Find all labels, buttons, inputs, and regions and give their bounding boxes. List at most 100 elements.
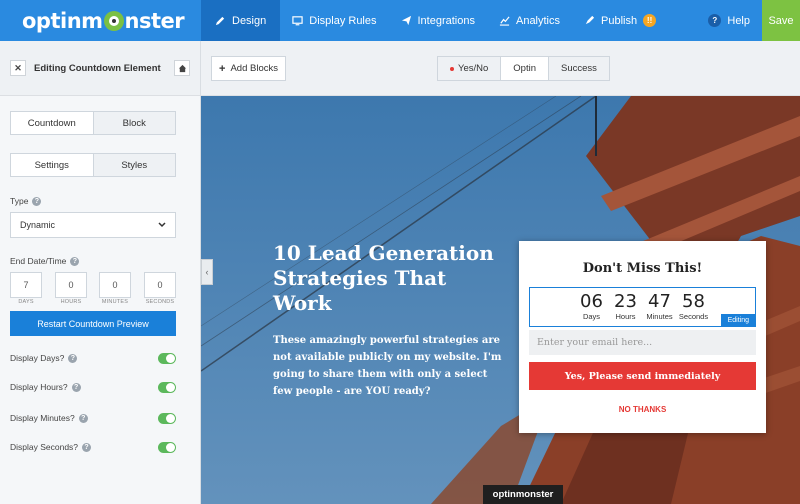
tab-success[interactable]: Success xyxy=(549,57,609,80)
display-seconds-toggle[interactable] xyxy=(158,442,176,453)
restart-countdown-button[interactable]: Restart Countdown Preview xyxy=(10,311,176,336)
status-dot-icon xyxy=(450,66,454,71)
monitor-icon xyxy=(292,16,303,26)
hours-input[interactable]: 0 xyxy=(55,272,87,298)
element-tabs: Countdown Block xyxy=(10,111,176,135)
nav-label: Display Rules xyxy=(309,14,377,27)
rocket-icon xyxy=(585,15,595,25)
optin-title[interactable]: Don't Miss This! xyxy=(519,261,766,276)
countdown-number: 23 xyxy=(614,291,637,312)
canvas-preview: ‹ 10 Lead Generation Strategies That Wor… xyxy=(201,96,800,504)
nav-integrations[interactable]: Integrations xyxy=(389,0,487,41)
tab-yes-no[interactable]: Yes/No xyxy=(438,57,500,80)
help-icon[interactable]: ? xyxy=(68,353,78,363)
hours-caption: HOURS xyxy=(60,299,82,305)
nav-label: Analytics xyxy=(515,14,561,27)
settings-tabs: Settings Styles xyxy=(10,153,176,177)
view-tabs: Yes/No Optin Success xyxy=(437,56,610,81)
toggle-label: Display Minutes? xyxy=(10,413,75,423)
toggle-row-days: Display Days? ? xyxy=(10,353,78,363)
campaign-body-text[interactable]: These amazingly powerful strategies are … xyxy=(273,332,508,400)
help-label: Help xyxy=(727,14,750,27)
toggle-row-seconds: Display Seconds? ? xyxy=(10,442,92,452)
optin-card: Don't Miss This! 06 Days 23 Hours 47 Min… xyxy=(519,241,766,433)
plane-icon xyxy=(401,15,411,26)
pencil-icon xyxy=(215,16,225,26)
nav-design[interactable]: Design xyxy=(201,0,281,41)
campaign-headline[interactable]: 10 Lead Generation Strategies That Work xyxy=(273,241,503,316)
nav-label: Integrations xyxy=(417,14,475,27)
countdown-minutes: 47 Minutes xyxy=(643,288,677,326)
email-field[interactable]: Enter your email here... xyxy=(529,330,756,355)
close-icon[interactable]: ✕ xyxy=(10,60,26,76)
canvas-toolbar: + Add Blocks Yes/No Optin Success xyxy=(201,41,800,96)
submit-button[interactable]: Yes, Please send immediately xyxy=(529,362,756,390)
nav-label: Publish xyxy=(601,14,638,27)
type-select[interactable]: Dynamic xyxy=(10,212,176,238)
add-blocks-button[interactable]: + Add Blocks xyxy=(211,56,286,81)
tab-block[interactable]: Block xyxy=(94,112,176,134)
home-icon[interactable] xyxy=(174,60,190,76)
tab-settings[interactable]: Settings xyxy=(11,154,94,176)
no-thanks-link[interactable]: NO THANKS xyxy=(519,405,766,414)
toggle-label: Display Days? xyxy=(10,353,65,363)
nav-display-rules[interactable]: Display Rules xyxy=(280,0,388,41)
countdown-element[interactable]: 06 Days 23 Hours 47 Minutes 58 Seconds E… xyxy=(529,287,756,327)
countdown-number: 06 xyxy=(580,291,603,312)
nav-analytics[interactable]: Analytics xyxy=(487,0,572,41)
minutes-caption: MINUTES xyxy=(101,299,129,305)
tab-countdown[interactable]: Countdown xyxy=(11,112,94,134)
display-minutes-toggle[interactable] xyxy=(158,413,176,424)
countdown-seconds: 58 Seconds xyxy=(677,288,711,326)
toggle-row-hours: Display Hours? ? xyxy=(10,382,81,392)
type-select-value: Dynamic xyxy=(20,220,56,230)
sidebar-header: ✕ Editing Countdown Element xyxy=(0,41,200,96)
help-link[interactable]: ? Help xyxy=(708,0,750,41)
type-label-text: Type xyxy=(10,196,29,206)
type-label: Type ? xyxy=(10,196,42,206)
minutes-input[interactable]: 0 xyxy=(99,272,131,298)
countdown-number: 58 xyxy=(682,291,705,312)
help-icon[interactable]: ? xyxy=(32,196,42,206)
countdown-label: Seconds xyxy=(678,312,709,321)
help-icon[interactable]: ? xyxy=(71,382,81,392)
end-date-label-text: End Date/Time xyxy=(10,256,67,266)
editing-badge: Editing xyxy=(720,314,756,327)
countdown-days: 06 Days xyxy=(575,288,609,326)
nav-publish[interactable]: Publish !! xyxy=(572,0,668,41)
brand-footer: optinmonster xyxy=(483,485,563,504)
help-icon: ? xyxy=(708,14,722,27)
display-hours-toggle[interactable] xyxy=(158,382,176,393)
end-date-label: End Date/Time ? xyxy=(10,256,80,266)
sidebar: ✕ Editing Countdown Element Countdown Bl… xyxy=(0,41,201,504)
tab-optin[interactable]: Optin xyxy=(500,57,549,80)
seconds-caption: SECONDS xyxy=(145,299,175,305)
monster-logo-icon xyxy=(103,10,124,31)
plus-icon: + xyxy=(219,62,226,75)
countdown-label: Hours xyxy=(615,312,636,321)
help-icon[interactable]: ? xyxy=(78,413,88,423)
logo[interactable]: optinm nster xyxy=(0,0,201,41)
add-blocks-label: Add Blocks xyxy=(230,63,278,74)
countdown-hours: 23 Hours xyxy=(609,288,643,326)
toggle-label: Display Hours? xyxy=(10,382,68,392)
collapse-sidebar-button[interactable]: ‹ xyxy=(201,259,213,285)
days-caption: DAYS xyxy=(18,299,34,305)
help-icon[interactable]: ? xyxy=(82,442,92,452)
help-icon[interactable]: ? xyxy=(70,256,80,266)
chevron-down-icon xyxy=(158,222,166,228)
sidebar-title: Editing Countdown Element xyxy=(34,62,161,74)
tab-label: Yes/No xyxy=(458,63,489,74)
top-nav: optinm nster Design Display Rules Integra… xyxy=(0,0,800,41)
display-days-toggle[interactable] xyxy=(158,353,176,364)
countdown-label: Days xyxy=(582,312,601,321)
countdown-label: Minutes xyxy=(646,312,673,321)
toggle-label: Display Seconds? xyxy=(10,442,79,452)
chart-icon xyxy=(499,16,510,26)
nav-label: Design xyxy=(232,14,267,27)
seconds-input[interactable]: 0 xyxy=(144,272,176,298)
save-button[interactable]: Save xyxy=(762,0,800,41)
tab-styles[interactable]: Styles xyxy=(94,154,176,176)
days-input[interactable]: 7 xyxy=(10,272,42,298)
countdown-number: 47 xyxy=(648,291,671,312)
